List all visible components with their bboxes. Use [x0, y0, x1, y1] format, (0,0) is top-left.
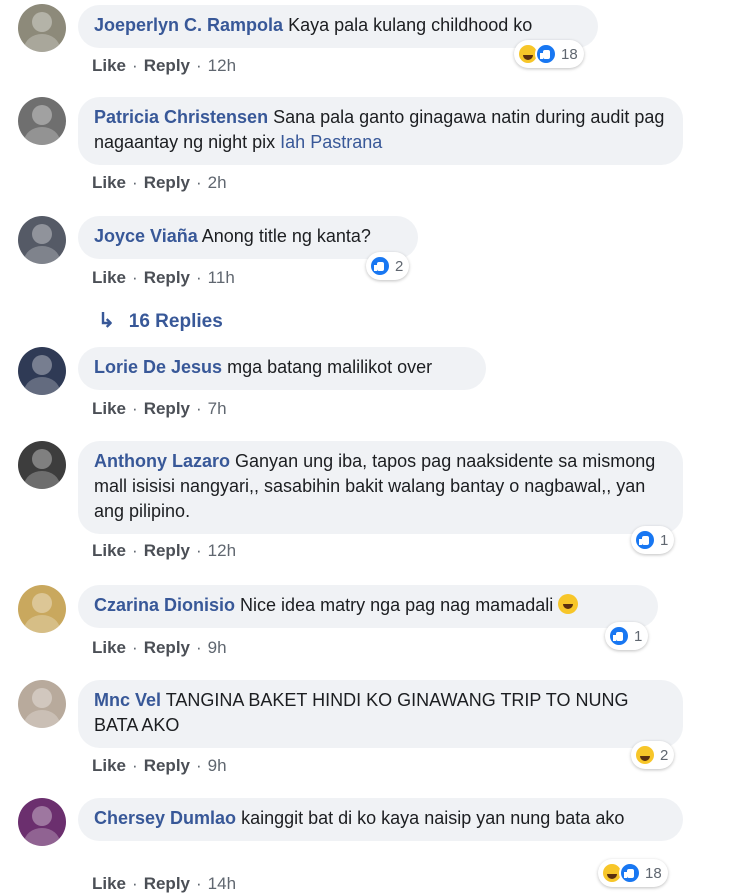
reaction-summary[interactable]: 18 — [598, 859, 668, 887]
reaction-count: 2 — [395, 257, 404, 275]
comment-author[interactable]: Joyce Viaña — [94, 226, 198, 246]
reply-link[interactable]: Reply — [144, 173, 190, 192]
comment-bubble: Patricia Christensen Sana pala ganto gin… — [78, 97, 683, 165]
reaction-summary[interactable]: 18 — [514, 40, 584, 68]
view-replies-link[interactable]: ↳ 16 Replies — [98, 308, 223, 333]
comment-actions: Like · Reply · 11h — [92, 268, 235, 287]
reaction-count: 18 — [561, 45, 578, 63]
comment-author[interactable]: Patricia Christensen — [94, 107, 268, 127]
comment-text: Kaya pala kulang childhood ko — [288, 15, 533, 35]
like-link[interactable]: Like — [92, 399, 126, 418]
reaction-summary[interactable]: 2 — [631, 741, 675, 769]
avatar[interactable] — [18, 97, 66, 145]
comment-time[interactable]: 11h — [208, 268, 235, 287]
comment-time[interactable]: 9h — [208, 756, 227, 775]
haha-reaction-icon — [634, 744, 656, 766]
reaction-count: 18 — [645, 864, 662, 882]
like-link[interactable]: Like — [92, 756, 126, 775]
reaction-count: 2 — [660, 746, 669, 764]
comment-text: kainggit bat di ko kaya naisip yan nung … — [241, 808, 625, 828]
like-link[interactable]: Like — [92, 541, 126, 560]
reply-link[interactable]: Reply — [144, 56, 190, 75]
comment-time[interactable]: 2h — [208, 173, 227, 192]
comment-bubble: Chersey Dumlao kainggit bat di ko kaya n… — [78, 798, 683, 841]
comment-bubble: Czarina Dionisio Nice idea matry nga pag… — [78, 585, 658, 628]
like-link[interactable]: Like — [92, 268, 126, 287]
comment-time[interactable]: 7h — [208, 399, 227, 418]
like-reaction-icon — [634, 529, 656, 551]
mention-link[interactable]: Iah Pastrana — [280, 132, 382, 152]
comment-author[interactable]: Mnc Vel — [94, 690, 161, 710]
like-link[interactable]: Like — [92, 173, 126, 192]
comment-bubble: Lorie De Jesus mga batang malilikot over — [78, 347, 486, 390]
like-reaction-icon — [369, 255, 391, 277]
comment-actions: Like · Reply · 12h — [92, 56, 237, 75]
reply-link[interactable]: Reply — [144, 541, 190, 560]
replies-count-label: 16 Replies — [128, 311, 223, 332]
avatar[interactable] — [18, 216, 66, 264]
comment-author[interactable]: Chersey Dumlao — [94, 808, 236, 828]
comment-author[interactable]: Czarina Dionisio — [94, 595, 235, 615]
comment-author[interactable]: Lorie De Jesus — [94, 357, 222, 377]
comment-time[interactable]: 9h — [208, 638, 227, 657]
comment-actions: Like · Reply · 9h — [92, 756, 227, 775]
comment-text: Nice idea matry nga pag nag mamadali — [240, 595, 554, 615]
comment-actions: Like · Reply · 9h — [92, 638, 227, 657]
avatar[interactable] — [18, 585, 66, 633]
comment-actions: Like · Reply · 14h — [92, 874, 237, 893]
laughing-emoji-icon — [558, 594, 579, 614]
reaction-count: 1 — [634, 627, 643, 645]
avatar[interactable] — [18, 680, 66, 728]
reply-link[interactable]: Reply — [144, 268, 190, 287]
like-reaction-icon — [535, 43, 557, 65]
reply-link[interactable]: Reply — [144, 638, 190, 657]
reply-link[interactable]: Reply — [144, 399, 190, 418]
like-link[interactable]: Like — [92, 874, 126, 893]
reaction-count: 1 — [660, 531, 669, 549]
comment-time[interactable]: 14h — [208, 874, 236, 893]
like-reaction-icon — [619, 862, 641, 884]
comment-bubble: Mnc Vel TANGINA BAKET HINDI KO GINAWANG … — [78, 680, 683, 748]
comment-time[interactable]: 12h — [208, 56, 236, 75]
comment-actions: Like · Reply · 2h — [92, 173, 227, 192]
comment-actions: Like · Reply · 7h — [92, 399, 227, 418]
comment-actions: Like · Reply · 12h — [92, 541, 237, 560]
comment-bubble: Joyce Viaña Anong title ng kanta? — [78, 216, 418, 259]
reaction-summary[interactable]: 1 — [605, 622, 649, 650]
comment-author[interactable]: Joeperlyn C. Rampola — [94, 15, 283, 35]
comment-text: mga batang malilikot over — [227, 357, 433, 377]
avatar[interactable] — [18, 441, 66, 489]
reply-link[interactable]: Reply — [144, 756, 190, 775]
like-link[interactable]: Like — [92, 638, 126, 657]
comment-bubble: Anthony Lazaro Ganyan ung iba, tapos pag… — [78, 441, 683, 534]
comment-text: TANGINA BAKET HINDI KO GINAWANG TRIP TO … — [94, 690, 629, 735]
comment-time[interactable]: 12h — [208, 541, 236, 560]
avatar[interactable] — [18, 798, 66, 846]
comment-text: Anong title ng kanta? — [201, 226, 371, 246]
avatar[interactable] — [18, 4, 66, 52]
avatar[interactable] — [18, 347, 66, 395]
reaction-summary[interactable]: 1 — [631, 526, 675, 554]
comment-author[interactable]: Anthony Lazaro — [94, 451, 230, 471]
like-link[interactable]: Like — [92, 56, 126, 75]
reaction-summary[interactable]: 2 — [366, 252, 410, 280]
like-reaction-icon — [608, 625, 630, 647]
reply-link[interactable]: Reply — [144, 874, 190, 893]
reply-arrow-icon: ↳ — [98, 310, 115, 332]
